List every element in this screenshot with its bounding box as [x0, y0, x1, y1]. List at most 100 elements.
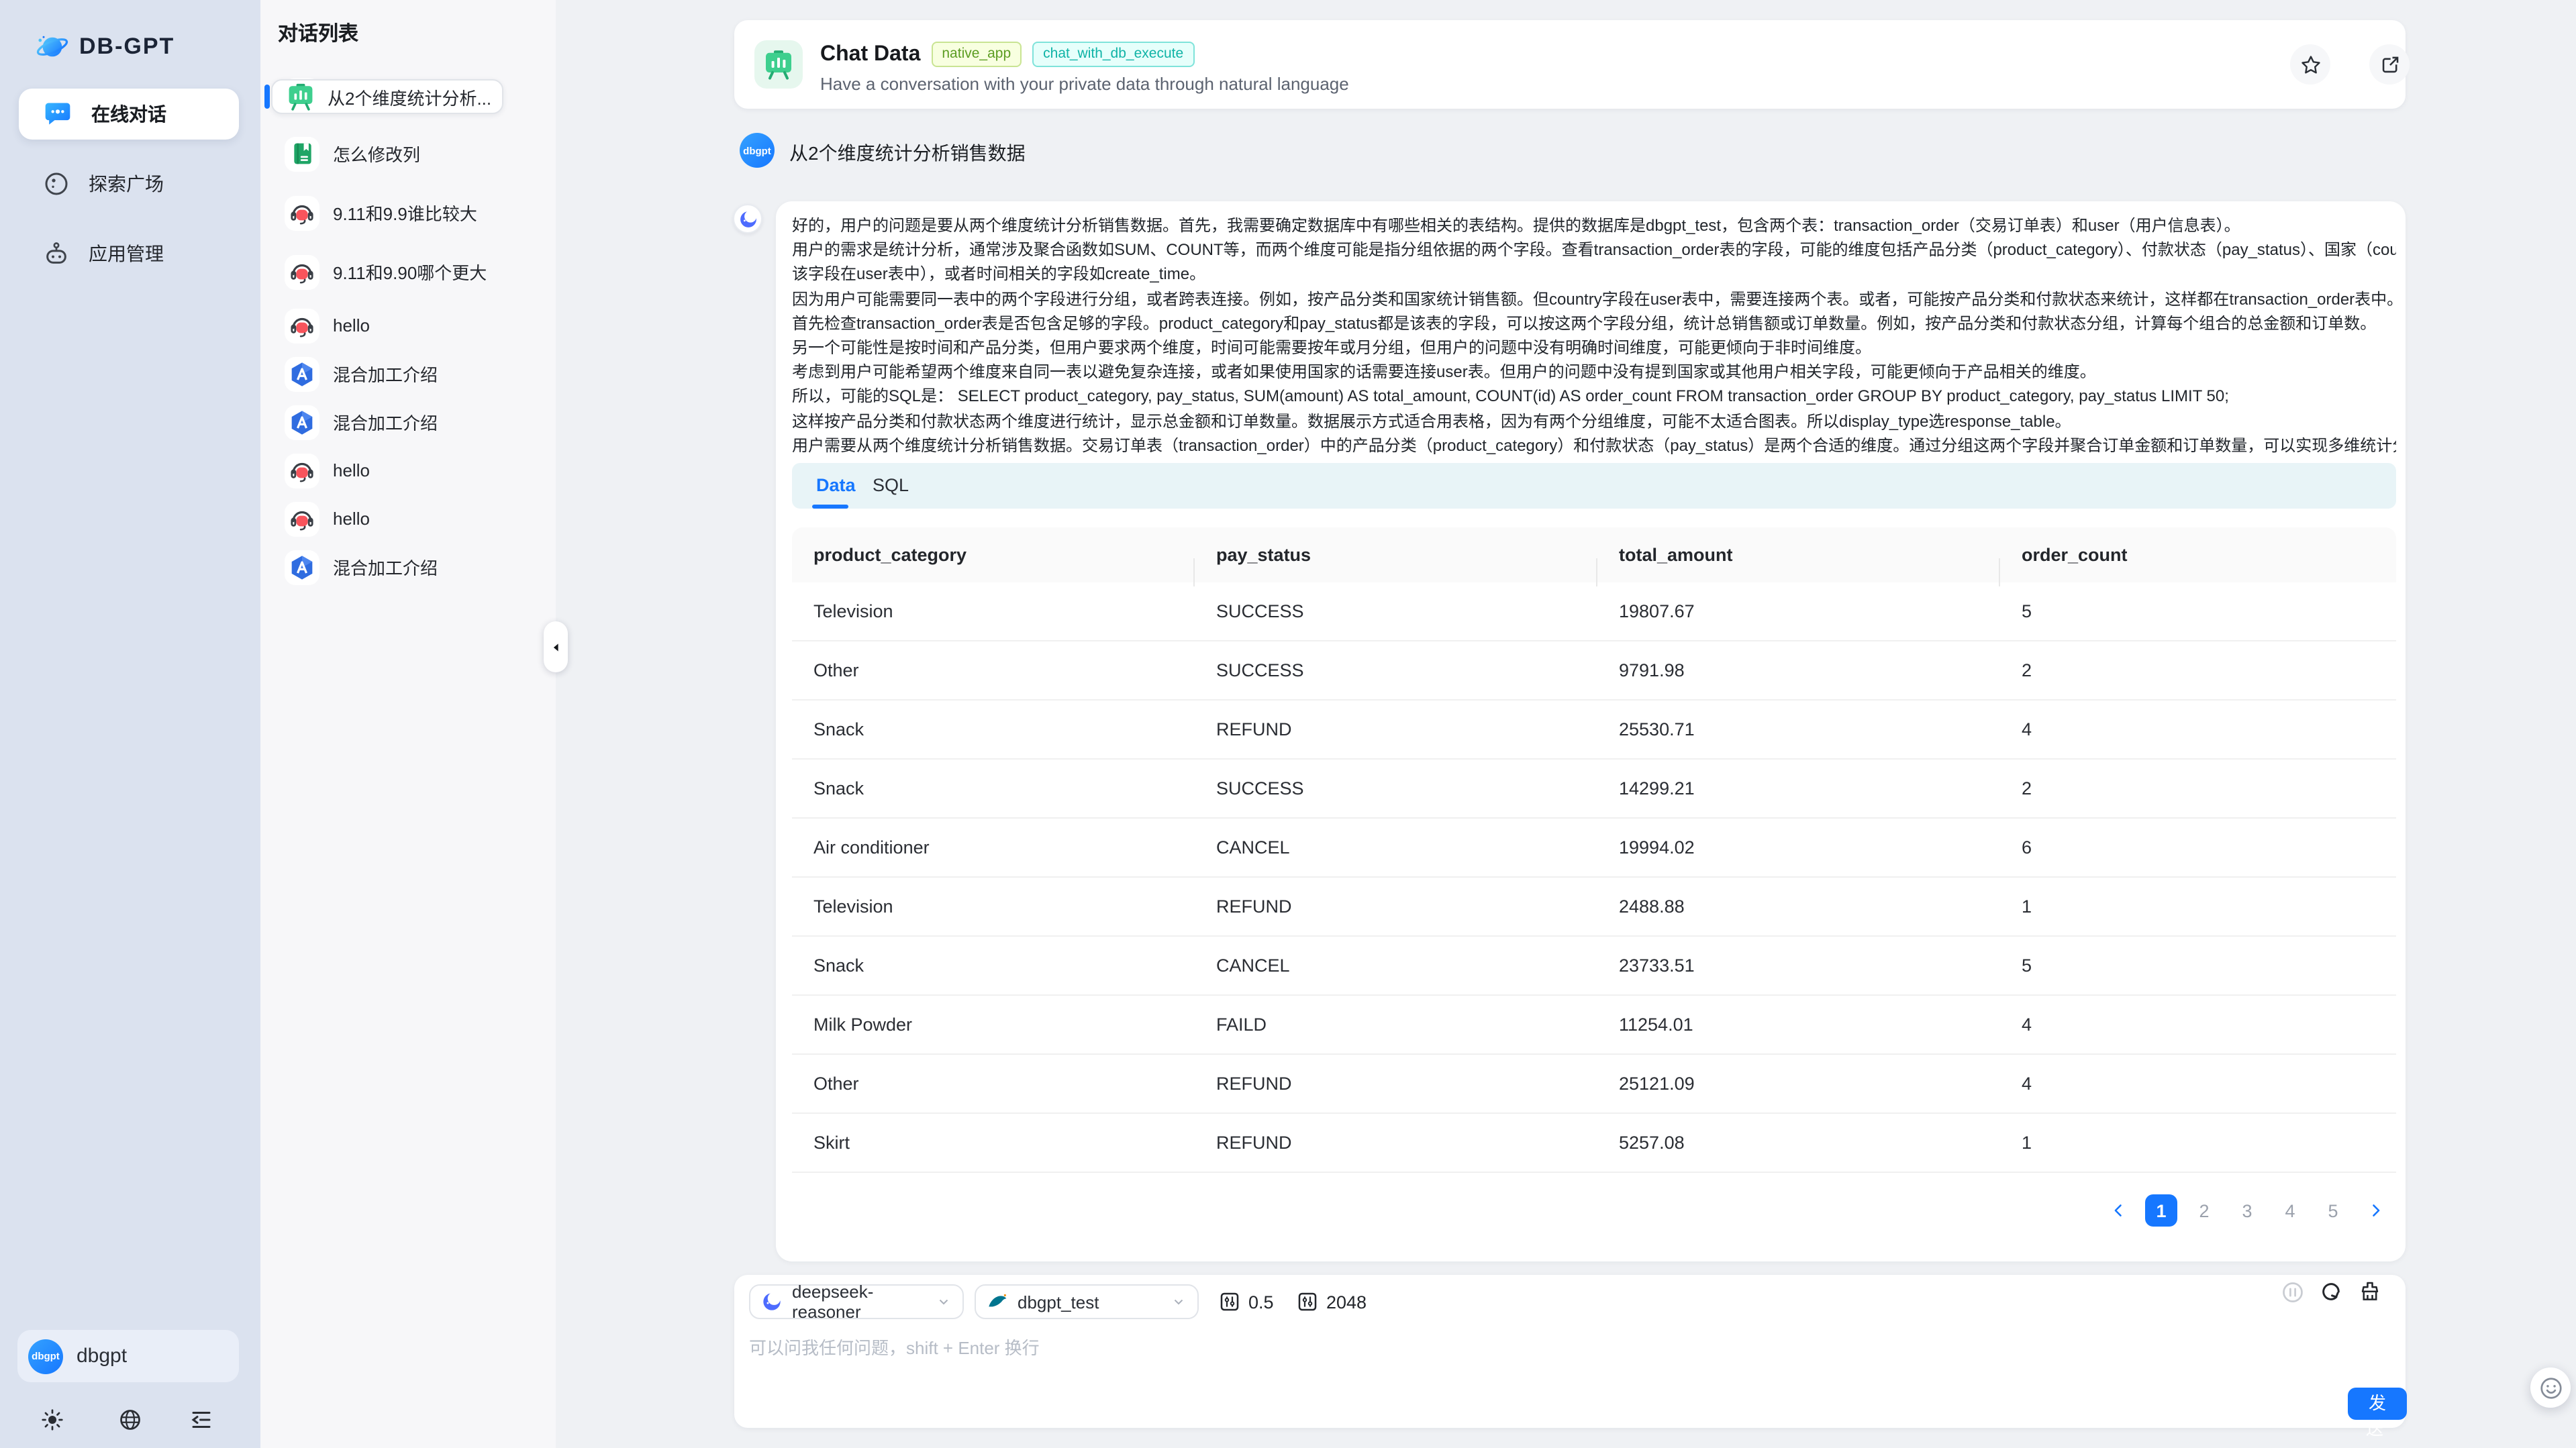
hexagon-a-icon [285, 405, 319, 439]
share-button[interactable] [2369, 44, 2410, 85]
cell: Skirt [792, 1133, 1195, 1153]
regenerate-button[interactable] [2320, 1280, 2344, 1304]
pause-button[interactable] [2281, 1280, 2305, 1304]
temperature-control[interactable]: 0.5 [1219, 1284, 1274, 1319]
cell: 5 [2000, 601, 2396, 621]
database-select[interactable]: dbgpt_test [975, 1284, 1199, 1319]
headset-icon [285, 308, 319, 343]
cell: Other [792, 660, 1195, 680]
collapse-sidebar-icon[interactable] [189, 1408, 213, 1432]
assistant-reasoning-text: 好的，用户的问题是要从两个维度统计分析销售数据。首先，我需要确定数据库中有哪些相… [792, 213, 2396, 458]
active-tab-indicator [812, 505, 848, 509]
conversation-item[interactable]: 怎么修改列 [271, 129, 548, 178]
conversation-title: 混合加工介绍 [333, 409, 438, 435]
chevron-down-icon [1171, 1294, 1187, 1310]
conversation-title: 9.11和9.90哪个更大 [333, 259, 487, 285]
conversation-item[interactable]: hello [271, 306, 548, 345]
cell: 19994.02 [1597, 837, 2000, 858]
headset-icon [285, 501, 319, 536]
cell: 25121.09 [1597, 1074, 2000, 1094]
sun-icon[interactable] [40, 1408, 64, 1432]
conversation-item[interactable]: 9.11和9.90哪个更大 [271, 247, 548, 297]
globe-icon[interactable] [118, 1408, 142, 1432]
page-button-3[interactable]: 3 [2231, 1194, 2263, 1227]
conversation-item[interactable]: 混合加工介绍 [271, 354, 548, 393]
cell: 9791.98 [1597, 660, 2000, 680]
temperature-value: 0.5 [1248, 1292, 1274, 1312]
cell: Snack [792, 778, 1195, 798]
conversation-title: hello [333, 315, 370, 335]
conversation-list-title: 对话列表 [278, 19, 358, 47]
chart-board-icon [754, 40, 803, 89]
conversation-item[interactable]: 9.11和9.9谁比较大 [271, 188, 548, 238]
user-profile-chip[interactable]: dbgpt dbgpt [17, 1330, 239, 1382]
reasoning-line: 所以，可能的SQL是： SELECT product_category, pay… [792, 384, 2396, 409]
chevron-down-icon [936, 1294, 952, 1310]
sidebar-item-explore[interactable]: 探索广场 [19, 158, 239, 209]
cell: SUCCESS [1195, 601, 1597, 621]
sidebar-item-online-chat[interactable]: 在线对话 [19, 89, 239, 140]
table-row: Television SUCCESS 19807.67 5 [792, 582, 2396, 641]
feedback-fab[interactable] [2530, 1367, 2571, 1408]
cell: REFUND [1195, 1133, 1597, 1153]
cell: CANCEL [1195, 955, 1597, 976]
cell: SUCCESS [1195, 660, 1597, 680]
deepseek-whale-icon [733, 204, 762, 234]
conversation-list: 平台小助手 从2个维度统计分析... 怎么修改列 9.11和9.9谁比较大 9.… [271, 70, 548, 596]
cell: 4 [2000, 1015, 2396, 1035]
cell: 2 [2000, 660, 2396, 680]
cell: Snack [792, 719, 1195, 739]
book-icon [285, 136, 319, 171]
star-button[interactable] [2290, 44, 2330, 85]
clear-button[interactable] [2359, 1280, 2383, 1304]
sliders-icon [1297, 1291, 1318, 1312]
table-header-row: product_category pay_status total_amount… [792, 527, 2396, 582]
max-tokens-control[interactable]: 2048 [1297, 1284, 1367, 1319]
cell: Television [792, 601, 1195, 621]
conversation-panel: 对话列表 平台小助手 从2个维度统计分析... 怎么修改列 9.11和9.9谁比… [260, 0, 556, 1448]
user-message-text: 从2个维度统计分析销售数据 [789, 140, 1026, 166]
chat-input[interactable] [749, 1334, 2333, 1388]
next-page-button[interactable] [2360, 1194, 2392, 1227]
pause-icon [2281, 1280, 2305, 1304]
tab-sql[interactable]: SQL [873, 463, 909, 509]
conversation-title: hello [333, 460, 370, 480]
cell: 25530.71 [1597, 719, 2000, 739]
conversation-item[interactable]: 混合加工介绍 [271, 403, 548, 442]
composer-card: deepseek-reasoner dbgpt_test 0.5 2048 发送 [734, 1275, 2406, 1428]
page-button-4[interactable]: 4 [2274, 1194, 2306, 1227]
sliders-icon [1219, 1291, 1240, 1312]
conversation-item[interactable]: 混合加工介绍 [271, 548, 548, 586]
hexagon-a-icon [285, 356, 319, 391]
database-select-value: dbgpt_test [1018, 1292, 1161, 1312]
cell: SUCCESS [1195, 778, 1597, 798]
reasoning-line: 这样按产品分类和付款状态两个维度进行统计，显示总金额和订单数量。数据展示方式适合… [792, 409, 2396, 433]
app-header-card: Chat Data native_app chat_with_db_execut… [734, 20, 2406, 109]
hexagon-a-icon [285, 550, 319, 584]
tab-data[interactable]: Data [816, 463, 856, 509]
prev-page-button[interactable] [2102, 1194, 2134, 1227]
cell: Television [792, 896, 1195, 917]
send-button[interactable]: 发送 [2348, 1388, 2407, 1420]
column-header: pay_status [1195, 545, 1597, 565]
conversation-item-selected[interactable]: 从2个维度统计分析... [271, 79, 503, 114]
cell: Snack [792, 955, 1195, 976]
chevron-left-icon [2109, 1201, 2128, 1220]
collapse-panel-handle[interactable] [544, 621, 568, 672]
model-select[interactable]: deepseek-reasoner [749, 1284, 964, 1319]
triangle-left-icon [550, 641, 562, 653]
result-tabs: Data SQL [792, 463, 2396, 509]
table-row: Television REFUND 2488.88 1 [792, 878, 2396, 937]
result-table: product_category pay_status total_amount… [792, 527, 2396, 1173]
page-button-1[interactable]: 1 [2145, 1194, 2177, 1227]
conversation-title: 混合加工介绍 [333, 554, 438, 580]
page-button-2[interactable]: 2 [2188, 1194, 2220, 1227]
conversation-item[interactable]: hello [271, 451, 548, 490]
app-logo-text: DB-GPT [79, 34, 175, 60]
conversation-item[interactable]: hello [271, 499, 548, 538]
planet-icon [35, 30, 70, 64]
page-button-5[interactable]: 5 [2317, 1194, 2349, 1227]
app-logo[interactable]: DB-GPT [35, 30, 175, 64]
sidebar-item-app-manage[interactable]: 应用管理 [19, 228, 239, 279]
chevron-right-icon [2367, 1201, 2385, 1220]
